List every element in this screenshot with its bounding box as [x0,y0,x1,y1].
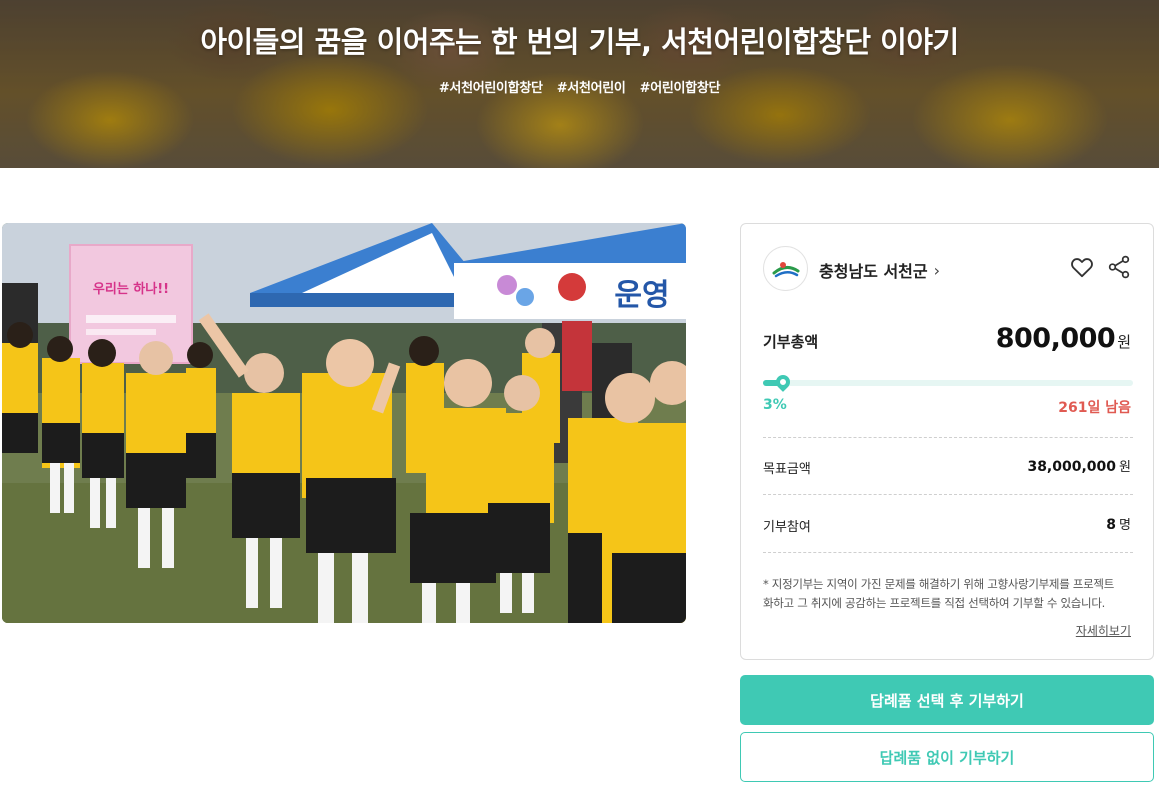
seocheon-logo-icon [772,261,799,277]
participants-unit: 명 [1119,518,1131,533]
note-line: 화하고 그 취지에 공감하는 프로젝트를 직접 선택하여 기부할 수 있습니다. [763,596,1105,610]
donate-without-gift-button[interactable]: 답례품 없이 기부하기 [740,732,1154,782]
participants-label: 기부참여 [763,520,811,535]
progress-bar [763,372,1133,392]
days-remaining: 261일 남음 [1058,400,1131,416]
goal-amount: 38,000,000 원 [1027,456,1131,475]
goal-value: 38,000,000 [1027,459,1117,475]
currency-unit: 원 [1119,460,1131,475]
divider [763,437,1133,438]
currency-unit: 원 [1117,333,1131,351]
org-logo[interactable] [763,246,808,291]
donation-card: 충청남도 서천군 › 기부총액 800,000 원 3% 261일 남음 목표금… [740,223,1154,660]
share-icon [1108,255,1130,279]
goal-label: 목표금액 [763,462,811,477]
participants-value: 8 [1106,517,1117,533]
share-button[interactable] [1106,254,1132,280]
sign-text: 우리는 하나!! [93,281,169,297]
total-donation-value: 800,000 [995,323,1116,354]
hero-banner: 아이들의 꿈을 이어주는 한 번의 기부, 서천어린이합창단 이야기 #서천어린… [0,0,1159,168]
like-button[interactable] [1069,254,1095,280]
divider [763,494,1133,495]
designated-donation-note: * 지정기부는 지역이 가진 문제를 해결하기 위해 고향사랑기부제를 프로젝트… [763,575,1135,613]
progress-marker-icon [773,372,793,392]
heart-icon [1071,258,1093,278]
project-photo: 우리는 하나!! 운영 [2,223,686,623]
donate-with-gift-button[interactable]: 답례품 선택 후 기부하기 [740,675,1154,725]
page-title: 아이들의 꿈을 이어주는 한 번의 기부, 서천어린이합창단 이야기 [200,25,959,59]
hashtag-list: #서천어린이합창단 #서천어린이 #어린이합창단 [0,77,1159,96]
org-name-link[interactable]: 충청남도 서천군 › [819,258,940,282]
divider [763,552,1133,553]
hashtag[interactable]: #서천어린이 [557,77,626,96]
participants-count: 8 명 [1106,514,1131,533]
total-donation-amount: 800,000 원 [996,323,1131,354]
hashtag[interactable]: #서천어린이합창단 [439,77,543,96]
note-line: * 지정기부는 지역이 가진 문제를 해결하기 위해 고향사랑기부제를 프로젝트 [763,577,1114,591]
org-name: 충청남도 서천군 [819,262,928,281]
progress-percent: 3% [763,397,787,413]
children-choir-photo: 우리는 하나!! 운영 [2,223,686,623]
chevron-right-icon: › [933,260,941,280]
banner-text: 운영 [614,278,669,313]
total-donation-label: 기부총액 [763,333,819,351]
more-info-link[interactable]: 자세히보기 [1076,622,1131,639]
hashtag[interactable]: #어린이합창단 [640,77,721,96]
